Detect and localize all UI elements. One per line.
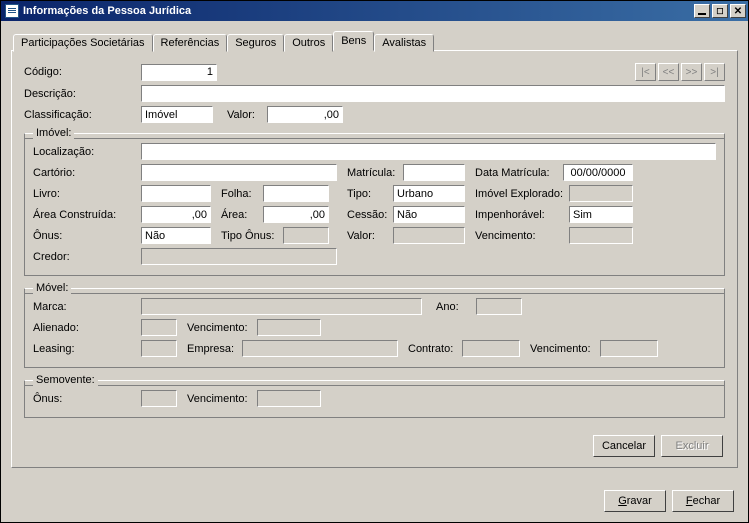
label-empresa: Empresa:	[187, 343, 242, 355]
area-field[interactable]	[263, 206, 329, 223]
vencimento-onus-field	[569, 227, 633, 244]
tab-avalistas[interactable]: Avalistas	[374, 34, 434, 52]
label-contrato: Contrato:	[408, 343, 462, 355]
label-marca: Marca:	[33, 301, 141, 313]
codigo-field[interactable]	[141, 64, 217, 81]
nav-last-button[interactable]: >|	[704, 63, 725, 81]
venc-leasing-field	[600, 340, 658, 357]
tabstrip: Participações Societárias Referências Se…	[11, 31, 738, 51]
contrato-field	[462, 340, 520, 357]
valor-onus-field	[393, 227, 465, 244]
label-area-construida: Área Construída:	[33, 209, 141, 221]
fechar-button[interactable]: Fechar	[672, 490, 734, 512]
document-icon	[5, 4, 19, 18]
venc-alienado-field	[257, 319, 321, 336]
label-vencimento-onus: Vencimento:	[475, 230, 569, 242]
label-tipo-onus: Tipo Ônus:	[221, 230, 283, 242]
label-leasing: Leasing:	[33, 343, 141, 355]
label-matricula: Matrícula:	[347, 167, 403, 179]
group-semovente: Semovente: Ônus: Vencimento:	[24, 374, 725, 418]
group-imovel: Imóvel: Localização: Cartório: Matrícula…	[24, 127, 725, 276]
label-alienado: Alienado:	[33, 322, 141, 334]
credor-field	[141, 248, 337, 265]
tabpanel-bens: Código: |< << >> >| Descrição:	[11, 50, 738, 468]
venc-sem-field	[257, 390, 321, 407]
nav-first-button[interactable]: |<	[635, 63, 656, 81]
ano-field	[476, 298, 522, 315]
leasing-field	[141, 340, 177, 357]
label-cartorio: Cartório:	[33, 167, 141, 179]
label-credor: Credor:	[33, 251, 141, 263]
label-impenhoravel: Impenhorável:	[475, 209, 569, 221]
folha-field[interactable]	[263, 185, 329, 202]
label-imovel-explorado: Imóvel Explorado:	[475, 188, 569, 200]
main-window: Informações da Pessoa Jurídica ☐ ✕ Parti…	[0, 0, 749, 523]
onus-sem-field	[141, 390, 177, 407]
alienado-field	[141, 319, 177, 336]
onus-field[interactable]	[141, 227, 211, 244]
cessao-field[interactable]	[393, 206, 465, 223]
empresa-field	[242, 340, 398, 357]
maximize-button[interactable]: ☐	[712, 4, 728, 18]
nav-prev-button[interactable]: <<	[658, 63, 679, 81]
group-movel: Móvel: Marca: Ano: Alienado: Vencimento:	[24, 282, 725, 368]
marca-field	[141, 298, 422, 315]
label-venc-sem: Vencimento:	[187, 393, 257, 405]
label-valor: Valor:	[227, 109, 267, 121]
label-ano: Ano:	[436, 301, 476, 313]
data-matricula-field[interactable]	[563, 164, 633, 181]
label-onus: Ônus:	[33, 230, 141, 242]
label-localizacao: Localização:	[33, 146, 141, 158]
tipo-field[interactable]	[393, 185, 465, 202]
label-area: Área:	[221, 209, 263, 221]
tab-outros[interactable]: Outros	[284, 34, 333, 52]
minimize-button[interactable]	[694, 4, 710, 18]
livro-field[interactable]	[141, 185, 211, 202]
tipo-onus-field	[283, 227, 329, 244]
area-construida-field[interactable]	[141, 206, 211, 223]
descricao-field[interactable]	[141, 85, 725, 102]
label-data-matricula: Data Matrícula:	[475, 167, 563, 179]
legend-movel: Móvel:	[33, 282, 71, 294]
label-livro: Livro:	[33, 188, 141, 200]
cancelar-button[interactable]: Cancelar	[593, 435, 655, 457]
tab-referencias[interactable]: Referências	[153, 34, 228, 52]
tab-seguros[interactable]: Seguros	[227, 34, 284, 52]
legend-semovente: Semovente:	[33, 374, 98, 386]
legend-imovel: Imóvel:	[33, 127, 74, 139]
label-folha: Folha:	[221, 188, 263, 200]
client-area: Participações Societárias Referências Se…	[1, 21, 748, 522]
imovel-explorado-field	[569, 185, 633, 202]
window-title: Informações da Pessoa Jurídica	[23, 5, 694, 17]
titlebar: Informações da Pessoa Jurídica ☐ ✕	[1, 1, 748, 21]
label-codigo: Código:	[24, 66, 141, 78]
excluir-button[interactable]: Excluir	[661, 435, 723, 457]
classificacao-field[interactable]	[141, 106, 213, 123]
gravar-button[interactable]: Gravar	[604, 490, 666, 512]
close-button[interactable]: ✕	[730, 4, 746, 18]
label-venc-alienado: Vencimento:	[187, 322, 257, 334]
matricula-field[interactable]	[403, 164, 465, 181]
impenhoravel-field[interactable]	[569, 206, 633, 223]
nav-next-button[interactable]: >>	[681, 63, 702, 81]
label-valor-onus: Valor:	[347, 230, 393, 242]
tab-bens[interactable]: Bens	[333, 31, 374, 51]
label-classificacao: Classificação:	[24, 109, 141, 121]
valor-field[interactable]	[267, 106, 343, 123]
tab-participacoes[interactable]: Participações Societárias	[13, 34, 153, 52]
localizacao-field[interactable]	[141, 143, 716, 160]
cartorio-field[interactable]	[141, 164, 337, 181]
label-tipo: Tipo:	[347, 188, 393, 200]
label-venc-leasing: Vencimento:	[530, 343, 600, 355]
label-descricao: Descrição:	[24, 88, 141, 100]
label-cessao: Cessão:	[347, 209, 393, 221]
label-onus-sem: Ônus:	[33, 393, 141, 405]
